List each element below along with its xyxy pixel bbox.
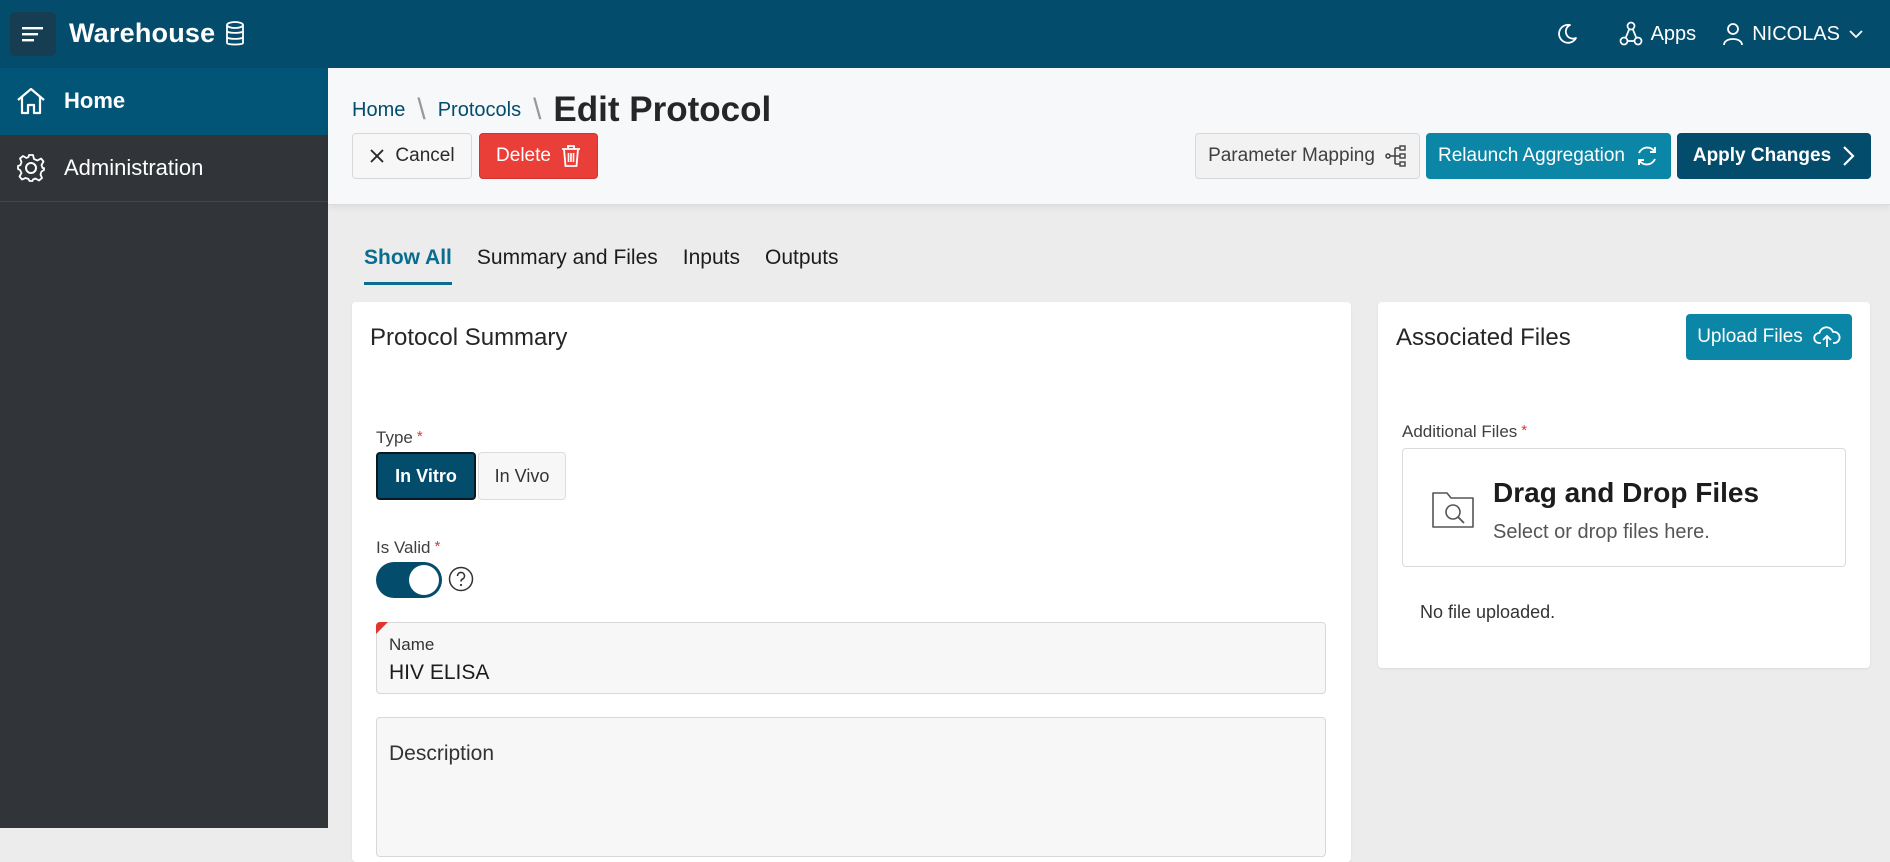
- tab-show-all[interactable]: Show All: [364, 246, 452, 285]
- gear-icon: [17, 154, 45, 182]
- additional-files-label-text: Additional Files: [1402, 422, 1518, 441]
- breadcrumb-separator: \: [417, 93, 426, 126]
- relaunch-aggregation-label: Relaunch Aggregation: [1438, 145, 1625, 166]
- additional-files-label: Additional Files *: [1402, 422, 1527, 442]
- user-menu-button[interactable]: NICOLAS: [1722, 22, 1864, 46]
- tree-structure-icon: [1385, 145, 1406, 167]
- dark-mode-toggle[interactable]: [1555, 22, 1579, 46]
- cancel-button[interactable]: Cancel: [352, 133, 472, 179]
- relaunch-aggregation-button[interactable]: Relaunch Aggregation: [1426, 133, 1671, 179]
- apps-menu-button[interactable]: Apps: [1619, 21, 1697, 47]
- app-title-text: Warehouse: [69, 18, 216, 48]
- type-option-in-vivo[interactable]: In Vivo: [478, 452, 566, 500]
- type-label: Type *: [376, 428, 423, 448]
- chevron-down-icon: [1849, 30, 1863, 39]
- app-title[interactable]: Warehouse: [69, 18, 245, 49]
- breadcrumb-separator: \: [533, 93, 542, 126]
- apps-network-icon: [1619, 21, 1642, 46]
- page-title: Edit Protocol: [553, 90, 772, 129]
- question-mark-icon: [448, 566, 474, 592]
- user-icon: [1723, 23, 1744, 46]
- delete-button[interactable]: Delete: [479, 133, 598, 179]
- region-tabs: Show All Summary and Files Inputs Output…: [364, 246, 839, 285]
- protocol-summary-title: Protocol Summary: [370, 324, 568, 351]
- apply-changes-button[interactable]: Apply Changes: [1677, 133, 1871, 179]
- breadcrumb-protocols-link[interactable]: Protocols: [438, 99, 521, 122]
- tab-inputs[interactable]: Inputs: [683, 246, 740, 285]
- parameter-mapping-button[interactable]: Parameter Mapping: [1195, 133, 1420, 179]
- no-file-message: No file uploaded.: [1420, 602, 1556, 622]
- protocol-summary-region: Protocol Summary Type * In Vitro In Vivo …: [352, 302, 1351, 862]
- top-right-controls: Apps NICOLAS: [1521, 0, 1890, 68]
- parameter-mapping-label: Parameter Mapping: [1208, 145, 1375, 166]
- required-indicator: [376, 622, 388, 634]
- breadcrumb: Home \ Protocols \ Edit Protocol: [352, 90, 771, 130]
- chevron-right-icon: [1843, 146, 1855, 166]
- upload-files-label: Upload Files: [1697, 326, 1803, 347]
- refresh-icon: [1638, 146, 1656, 166]
- associated-files-region: Associated Files Upload Files Additional…: [1378, 302, 1870, 668]
- page-header: Home \ Protocols \ Edit Protocol Cancel …: [328, 68, 1890, 205]
- hamburger-menu-icon: [22, 27, 43, 42]
- name-field[interactable]: Name HIV ELISA: [376, 622, 1326, 694]
- required-marker: *: [434, 538, 441, 555]
- sidebar-item-label: Administration: [64, 155, 204, 180]
- apps-label: Apps: [1650, 22, 1697, 45]
- dropzone-title: Drag and Drop Files: [1493, 477, 1760, 508]
- is-valid-toggle[interactable]: [376, 562, 442, 598]
- type-radio-group: In Vitro In Vivo: [376, 452, 566, 500]
- toggle-knob: [409, 565, 439, 595]
- associated-files-title: Associated Files: [1396, 324, 1571, 351]
- is-valid-label: Is Valid *: [376, 538, 440, 558]
- required-marker: *: [416, 428, 423, 445]
- moon-icon: [1557, 23, 1577, 44]
- tab-outputs[interactable]: Outputs: [765, 246, 839, 285]
- type-option-in-vitro[interactable]: In Vitro: [376, 452, 476, 500]
- dropzone-subtitle: Select or drop files here.: [1493, 521, 1710, 543]
- sidebar-item-label: Home: [64, 88, 126, 113]
- sidebar-item-administration[interactable]: Administration: [0, 135, 328, 202]
- sidebar-item-home[interactable]: Home: [0, 68, 328, 135]
- upload-files-button[interactable]: Upload Files: [1686, 314, 1852, 360]
- database-icon: [226, 20, 245, 45]
- cloud-upload-icon: [1813, 326, 1841, 347]
- name-field-label: Name: [389, 635, 435, 654]
- top-navigation-bar: Warehouse Apps NICOLAS: [0, 0, 1890, 68]
- required-marker: *: [1521, 422, 1528, 439]
- close-icon: [370, 149, 385, 163]
- description-field-label: Description: [389, 742, 495, 765]
- type-label-text: Type: [376, 428, 413, 447]
- is-valid-label-text: Is Valid: [376, 538, 431, 557]
- name-field-value: HIV ELISA: [389, 661, 490, 684]
- menu-toggle-button[interactable]: [10, 12, 56, 56]
- folder-search-icon: [1432, 492, 1474, 528]
- help-button[interactable]: [448, 566, 474, 592]
- description-field[interactable]: Description: [376, 717, 1326, 857]
- apply-changes-label: Apply Changes: [1692, 145, 1832, 166]
- tab-summary-and-files[interactable]: Summary and Files: [477, 246, 658, 285]
- user-name: NICOLAS: [1752, 22, 1840, 45]
- trash-icon: [561, 145, 580, 167]
- delete-button-label: Delete: [496, 145, 551, 166]
- file-dropzone[interactable]: Drag and Drop Files Select or drop files…: [1402, 448, 1846, 567]
- breadcrumb-home-link[interactable]: Home: [352, 99, 405, 122]
- cancel-button-label: Cancel: [395, 145, 455, 166]
- home-icon: [17, 87, 45, 115]
- sidebar-navigation: Home Administration: [0, 68, 328, 828]
